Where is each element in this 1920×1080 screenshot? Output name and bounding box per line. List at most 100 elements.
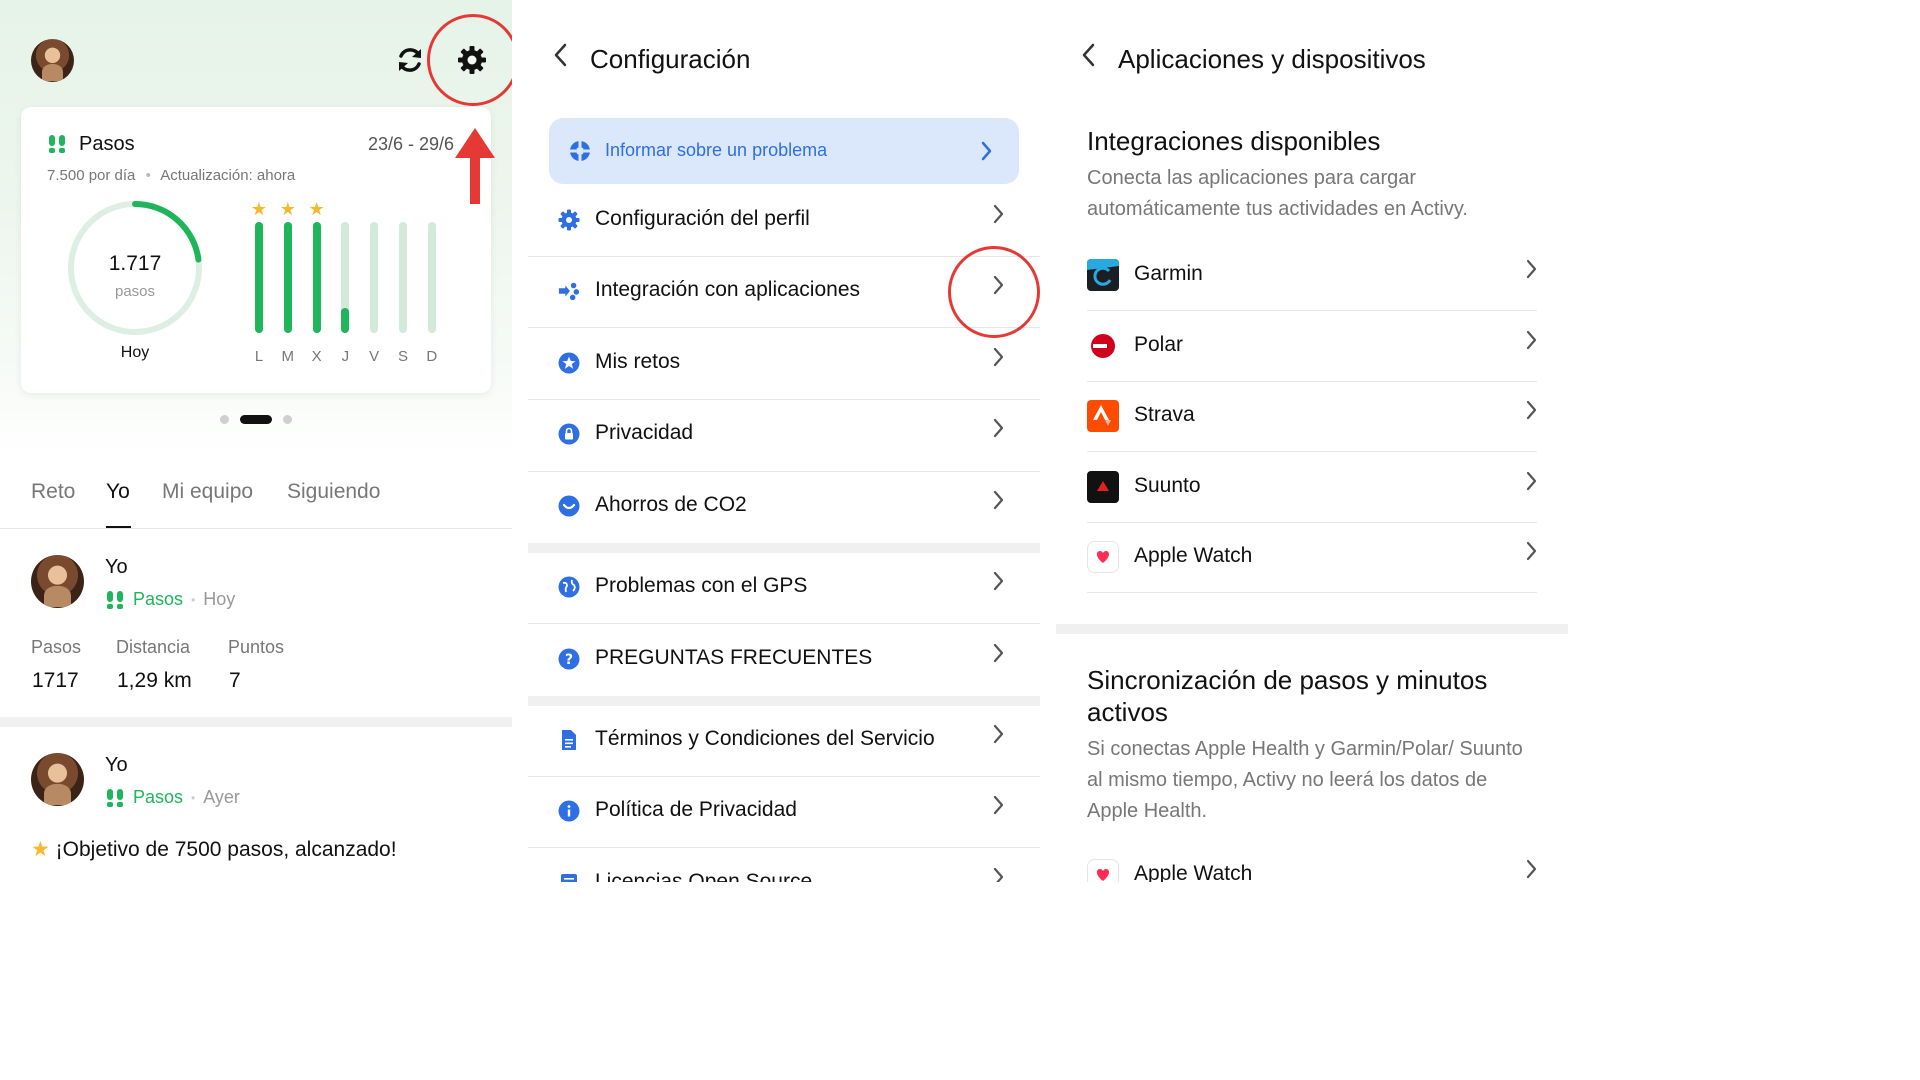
integration-polar[interactable]: Polar: [1087, 311, 1537, 381]
feed-user-name: Yo: [105, 556, 128, 578]
integration-suunto[interactable]: Suunto: [1087, 452, 1537, 522]
day-label: M: [281, 348, 295, 365]
settings-item-label: Términos y Condiciones del Servicio: [595, 727, 935, 750]
apps-devices-screen: Aplicaciones y dispositivos Integracione…: [1056, 0, 1568, 882]
back-icon[interactable]: [1080, 42, 1096, 75]
integration-apple-watch[interactable]: Apple Watch: [1087, 840, 1537, 882]
feed-activity: Pasos: [133, 787, 184, 807]
pager-dot[interactable]: [283, 415, 292, 424]
integration-icon: [558, 280, 580, 302]
day-bar-fill: [312, 222, 321, 333]
chevron-right-icon: [1525, 329, 1537, 358]
integration-name: Apple Watch: [1134, 544, 1253, 567]
pager-dot[interactable]: [220, 415, 229, 424]
help-circle-icon: [569, 140, 591, 162]
chevron-right-icon: [1525, 470, 1537, 499]
chevron-right-icon: [992, 570, 1004, 599]
garmin-logo: [1087, 259, 1119, 291]
settings-item-label: PREGUNTAS FRECUENTES: [595, 646, 873, 669]
today-label: Hoy: [120, 344, 150, 361]
settings-item-star-badge[interactable]: Mis retos: [528, 328, 1040, 399]
chevron-right-icon: [992, 866, 1004, 882]
report-problem-label: Informar sobre un problema: [605, 140, 828, 160]
lock-icon: [558, 423, 580, 445]
tab-reto[interactable]: Reto: [31, 480, 75, 504]
settings-item-gear[interactable]: Configuración del perfil: [528, 185, 1040, 256]
day-label: V: [369, 348, 380, 365]
tab-mi-equipo[interactable]: Mi equipo: [162, 480, 253, 504]
apple-health-logo: [1087, 541, 1119, 573]
integration-name: Suunto: [1134, 473, 1201, 497]
gear-icon: [558, 209, 580, 231]
apple-health-logo: [1087, 859, 1119, 882]
settings-item-leaf[interactable]: Ahorros de CO2: [528, 471, 1040, 542]
feed-meta: Pasos • Hoy: [105, 589, 235, 610]
daily-goal: 7.500 por día: [47, 167, 136, 184]
day-bar-track: [427, 222, 436, 333]
feed-meta: Pasos • Ayer: [105, 787, 240, 808]
highlight-circle: [948, 246, 1040, 338]
refresh-icon[interactable]: [393, 43, 427, 77]
chevron-right-icon: [992, 723, 1004, 752]
chevron-right-icon: [992, 642, 1004, 671]
day-label: D: [426, 348, 438, 365]
day-bar-fill: [283, 222, 292, 333]
integration-name: Garmin: [1134, 262, 1203, 285]
divider: [0, 528, 512, 529]
settings-item-lock[interactable]: Privacidad: [528, 399, 1040, 470]
settings-item-license[interactable]: Licencias Open Source: [528, 848, 1040, 882]
settings-item-label: Mis retos: [595, 350, 681, 373]
day-label: J: [341, 348, 350, 365]
chevron-right-icon: [1525, 258, 1537, 287]
tab-siguiendo[interactable]: Siguiendo: [287, 480, 380, 504]
integration-name: Polar: [1134, 332, 1184, 356]
footsteps-icon: [107, 788, 123, 807]
settings-item-document[interactable]: Términos y Condiciones del Servicio: [528, 705, 1040, 776]
highlight-arrow: [455, 128, 495, 204]
pager-dot-active[interactable]: [240, 415, 272, 424]
goal-text: ¡Objetivo de 7500 pasos, alcanzado!: [55, 838, 397, 861]
integration-strava[interactable]: Strava: [1087, 381, 1537, 451]
chevron-right-icon: [992, 346, 1004, 375]
stat-label: Puntos: [228, 637, 285, 657]
settings-item-help[interactable]: ? PREGUNTAS FRECUENTES: [528, 624, 1040, 695]
integration-name: Apple Watch: [1134, 862, 1253, 882]
feed-avatar[interactable]: [31, 555, 84, 608]
available-integrations-title: Integraciones disponibles: [1087, 126, 1381, 156]
polar-logo: [1087, 330, 1119, 362]
goal-message: ★ ¡Objetivo de 7500 pasos, alcanzado!: [31, 837, 397, 862]
integration-garmin[interactable]: Garmin: [1087, 240, 1537, 310]
settings-item-label: Privacidad: [595, 421, 694, 444]
svg-text:?: ?: [565, 652, 573, 668]
day-bar-track: [370, 222, 379, 333]
integration-apple-watch[interactable]: Apple Watch: [1087, 522, 1537, 592]
today-steps-unit: pasos: [114, 283, 156, 300]
chevron-right-icon: [992, 489, 1004, 518]
chevron-right-icon: [992, 794, 1004, 823]
integration-name: Strava: [1134, 403, 1195, 426]
feed-avatar[interactable]: [31, 753, 84, 806]
highlight-circle: [427, 14, 512, 106]
tab-yo[interactable]: Yo: [106, 480, 130, 504]
settings-item-label: Integración con aplicaciones: [595, 278, 861, 301]
sync-desc: Si conectas Apple Health y Garmin/Polar/…: [1087, 738, 1523, 822]
section-separator: [1056, 624, 1568, 634]
settings-item-label: Configuración del perfil: [595, 207, 810, 230]
settings-item-label: Política de Privacidad: [595, 798, 797, 821]
feed-when: Hoy: [203, 589, 236, 609]
card-title: Pasos: [79, 133, 135, 155]
feed-when: Ayer: [203, 787, 240, 807]
page-title: Aplicaciones y dispositivos: [1118, 44, 1426, 74]
avatar[interactable]: [31, 39, 74, 82]
update-status: Actualización: ahora: [160, 167, 296, 184]
settings-item-info[interactable]: Política de Privacidad: [528, 776, 1040, 847]
stat-value: 1,29 km: [117, 669, 192, 692]
settings-item-globe[interactable]: Problemas con el GPS: [528, 552, 1040, 623]
stat-label: Pasos: [31, 637, 82, 657]
today-steps-value: 1.717: [108, 252, 162, 275]
card-subtitle: 7.500 por día • Actualización: ahora: [47, 167, 296, 184]
day-label: X: [311, 348, 322, 365]
settings-item-label: Problemas con el GPS: [595, 574, 808, 597]
back-icon[interactable]: [552, 42, 568, 75]
day-bar-track: [399, 222, 407, 333]
